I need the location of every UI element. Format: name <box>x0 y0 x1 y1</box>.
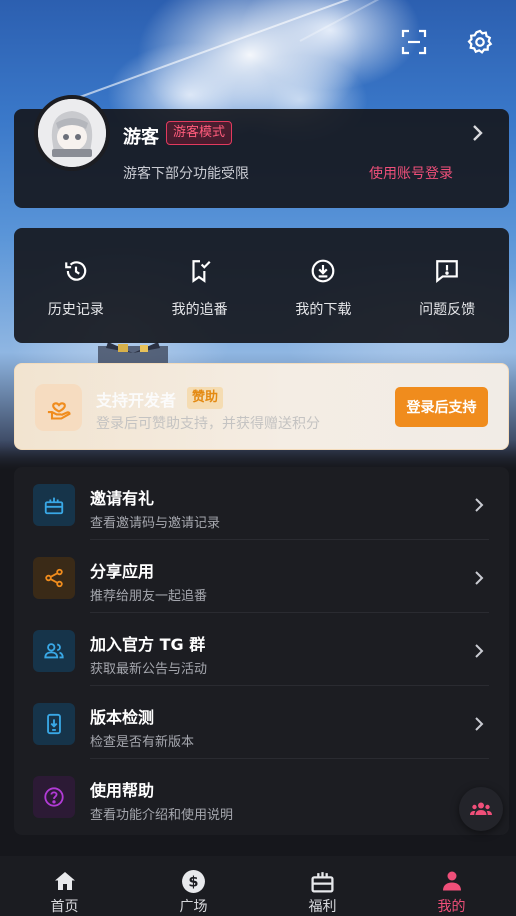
menu-title: 加入官方 TG 群 <box>90 635 206 654</box>
phone-update-icon <box>33 703 75 745</box>
nav-label: 福利 <box>308 899 337 915</box>
history-icon <box>63 258 89 284</box>
menu-title: 使用帮助 <box>90 781 155 800</box>
history-button[interactable]: 历史记录 <box>14 228 138 343</box>
menu-item-share[interactable]: 分享应用 推荐给朋友一起追番 <box>14 540 509 613</box>
donate-icon <box>35 384 82 431</box>
svg-text:$: $ <box>188 873 198 890</box>
my-downloads-label: 我的下载 <box>295 302 352 318</box>
chevron-right-icon[interactable] <box>469 123 485 143</box>
chevron-right-icon <box>475 644 484 658</box>
sponsor-tag: 赞助 <box>187 387 224 409</box>
chevron-right-icon <box>475 717 484 731</box>
community-float-button[interactable] <box>459 787 503 831</box>
gear-icon[interactable] <box>464 26 496 58</box>
support-subtitle: 登录后可赞助支持，并获得赠送积分 <box>96 416 320 432</box>
nav-label: 我的 <box>437 899 466 915</box>
nav-label: 首页 <box>50 899 79 915</box>
bookmark-check-icon <box>187 258 213 284</box>
menu-item-help[interactable]: 使用帮助 查看功能介绍和使用说明 <box>14 759 509 832</box>
menu-subtitle: 查看功能介绍和使用说明 <box>90 808 234 823</box>
menu-title: 邀请有礼 <box>90 489 155 508</box>
download-icon <box>310 258 336 284</box>
menu-subtitle: 检查是否有新版本 <box>90 735 195 750</box>
my-downloads-button[interactable]: 我的下载 <box>262 228 386 343</box>
dollar-icon: $ <box>181 868 207 894</box>
settings-menu: 邀请有礼 查看邀请码与邀请记录 分享应用 推荐给朋友一起追番 加入官方 TG 群… <box>14 467 509 835</box>
menu-title: 分享应用 <box>90 562 155 581</box>
menu-subtitle: 推荐给朋友一起追番 <box>90 589 208 604</box>
support-developer-banner: 支持开发者 赞助 登录后可赞助支持，并获得赠送积分 登录后支持 <box>14 363 509 450</box>
share-icon <box>33 557 75 599</box>
nav-mine[interactable]: 我的 <box>387 856 516 916</box>
feedback-label: 问题反馈 <box>419 302 476 318</box>
help-icon <box>33 776 75 818</box>
nav-welfare[interactable]: 福利 <box>258 856 387 916</box>
person-icon <box>439 868 465 894</box>
quick-actions: 历史记录 我的追番 我的下载 问题反馈 <box>14 228 509 343</box>
feedback-button[interactable]: 问题反馈 <box>385 228 509 343</box>
chevron-right-icon <box>475 571 484 585</box>
my-following-button[interactable]: 我的追番 <box>138 228 262 343</box>
login-to-support-button[interactable]: 登录后支持 <box>395 387 488 427</box>
gift-icon <box>33 484 75 526</box>
menu-subtitle: 查看邀请码与邀请记录 <box>90 516 221 531</box>
username: 游客 <box>123 127 159 148</box>
profile-card[interactable]: 游客 游客模式 游客下部分功能受限 使用账号登录 <box>14 95 509 208</box>
menu-subtitle: 获取最新公告与活动 <box>90 662 208 677</box>
guest-mode-badge: 游客模式 <box>166 121 233 145</box>
group-icon <box>33 630 75 672</box>
community-icon <box>470 802 492 815</box>
nav-label: 广场 <box>179 899 208 915</box>
menu-item-tg-group[interactable]: 加入官方 TG 群 获取最新公告与活动 <box>14 613 509 686</box>
menu-item-version-check[interactable]: 版本检测 检查是否有新版本 <box>14 686 509 759</box>
my-following-label: 我的追番 <box>171 302 228 318</box>
nav-plaza[interactable]: $ 广场 <box>129 856 258 916</box>
chevron-right-icon <box>475 498 484 512</box>
scan-icon[interactable] <box>398 26 430 58</box>
avatar[interactable] <box>34 95 110 171</box>
home-icon <box>52 868 78 894</box>
feedback-icon <box>434 258 460 284</box>
menu-title: 版本检测 <box>90 708 155 727</box>
menu-item-invite[interactable]: 邀请有礼 查看邀请码与邀请记录 <box>14 467 509 540</box>
history-label: 历史记录 <box>47 302 104 318</box>
nav-home[interactable]: 首页 <box>0 856 129 916</box>
login-link[interactable]: 使用账号登录 <box>369 163 453 183</box>
bottom-nav: 首页 $ 广场 福利 我的 <box>0 856 516 916</box>
support-title: 支持开发者 <box>96 391 177 410</box>
gift-box-icon <box>310 868 336 894</box>
profile-subtitle: 游客下部分功能受限 <box>123 166 249 182</box>
